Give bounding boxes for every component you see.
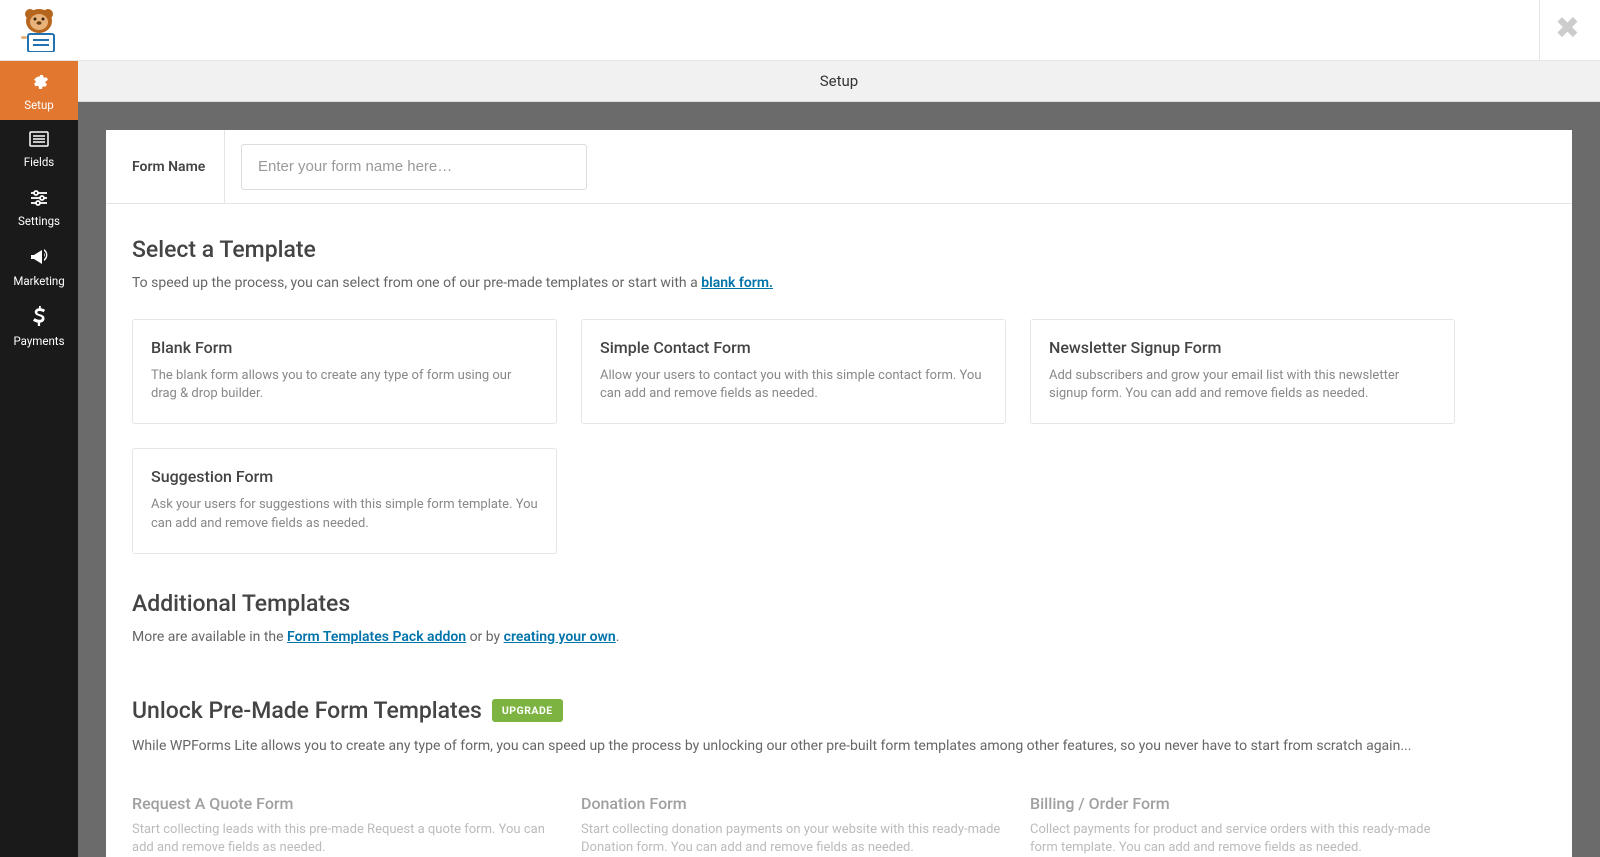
locked-template-request-quote: Request A Quote Form Start collecting le… (132, 794, 557, 857)
sidebar-item-label: Fields (24, 155, 54, 169)
sliders-icon (29, 190, 49, 210)
locked-template-billing: Billing / Order Form Collect payments fo… (1030, 794, 1455, 857)
templates-grid: Blank Form The blank form allows you to … (132, 319, 1546, 554)
upgrade-badge[interactable]: UPGRADE (492, 699, 563, 722)
template-blank-form[interactable]: Blank Form The blank form allows you to … (132, 319, 557, 424)
form-name-row: Form Name (106, 130, 1572, 204)
sidebar: Setup Fields Settings Marketing Payments (0, 61, 78, 857)
sidebar-item-payments[interactable]: Payments (0, 297, 78, 356)
gear-icon (29, 70, 49, 94)
unlock-row: Unlock Pre-Made Form Templates UPGRADE (132, 697, 1546, 724)
form-name-input[interactable] (241, 144, 587, 190)
locked-template-desc: Collect payments for product and service… (1030, 821, 1455, 857)
dollar-icon (32, 306, 46, 330)
list-icon (29, 131, 49, 151)
panel: Form Name Select a Template To speed up … (106, 130, 1572, 857)
locked-template-desc: Start collecting donation payments on yo… (581, 821, 1006, 857)
subheader: Setup (78, 61, 1600, 102)
locked-template-title: Billing / Order Form (1030, 794, 1455, 813)
sidebar-item-label: Setup (24, 98, 54, 112)
locked-template-title: Request A Quote Form (132, 794, 557, 813)
sidebar-item-label: Marketing (13, 274, 64, 288)
locked-template-donation: Donation Form Start collecting donation … (581, 794, 1006, 857)
main: Setup Form Name Select a Template To spe… (78, 61, 1600, 857)
template-title: Newsletter Signup Form (1049, 338, 1436, 357)
form-templates-pack-link[interactable]: Form Templates Pack addon (287, 629, 466, 645)
sidebar-item-label: Payments (13, 334, 64, 348)
sidebar-item-settings[interactable]: Settings (0, 179, 78, 238)
template-simple-contact[interactable]: Simple Contact Form Allow your users to … (581, 319, 1006, 424)
locked-template-desc: Start collecting leads with this pre-mad… (132, 821, 557, 857)
subheader-title: Setup (820, 72, 858, 90)
select-template-desc: To speed up the process, you can select … (132, 275, 1546, 291)
template-title: Simple Contact Form (600, 338, 987, 357)
template-desc: Allow your users to contact you with thi… (600, 367, 987, 403)
sidebar-item-fields[interactable]: Fields (0, 120, 78, 179)
create-your-own-link[interactable]: creating your own (504, 629, 616, 645)
sidebar-item-setup[interactable]: Setup (0, 61, 78, 120)
template-desc: Add subscribers and grow your email list… (1049, 367, 1436, 403)
template-suggestion[interactable]: Suggestion Form Ask your users for sugge… (132, 448, 557, 553)
sidebar-item-label: Settings (18, 214, 60, 228)
template-title: Suggestion Form (151, 467, 538, 486)
template-desc: Ask your users for suggestions with this… (151, 496, 538, 532)
form-name-label: Form Name (106, 130, 225, 203)
locked-template-title: Donation Form (581, 794, 1006, 813)
select-template-title: Select a Template (132, 236, 1546, 263)
template-desc: The blank form allows you to create any … (151, 367, 538, 403)
template-newsletter[interactable]: Newsletter Signup Form Add subscribers a… (1030, 319, 1455, 424)
close-icon[interactable]: ✖ (1555, 14, 1580, 44)
additional-templates-desc: More are available in the Form Templates… (132, 629, 1546, 645)
blank-form-link[interactable]: blank form. (701, 275, 773, 291)
topbar: ✖ (0, 0, 1600, 61)
unlock-title: Unlock Pre-Made Form Templates (132, 697, 482, 724)
additional-templates-title: Additional Templates (132, 590, 1546, 617)
template-title: Blank Form (151, 338, 538, 357)
sidebar-item-marketing[interactable]: Marketing (0, 238, 78, 297)
unlock-desc: While WPForms Lite allows you to create … (132, 738, 1546, 754)
bullhorn-icon (29, 248, 49, 270)
locked-grid: Request A Quote Form Start collecting le… (132, 794, 1546, 857)
wpforms-logo (0, 0, 78, 61)
